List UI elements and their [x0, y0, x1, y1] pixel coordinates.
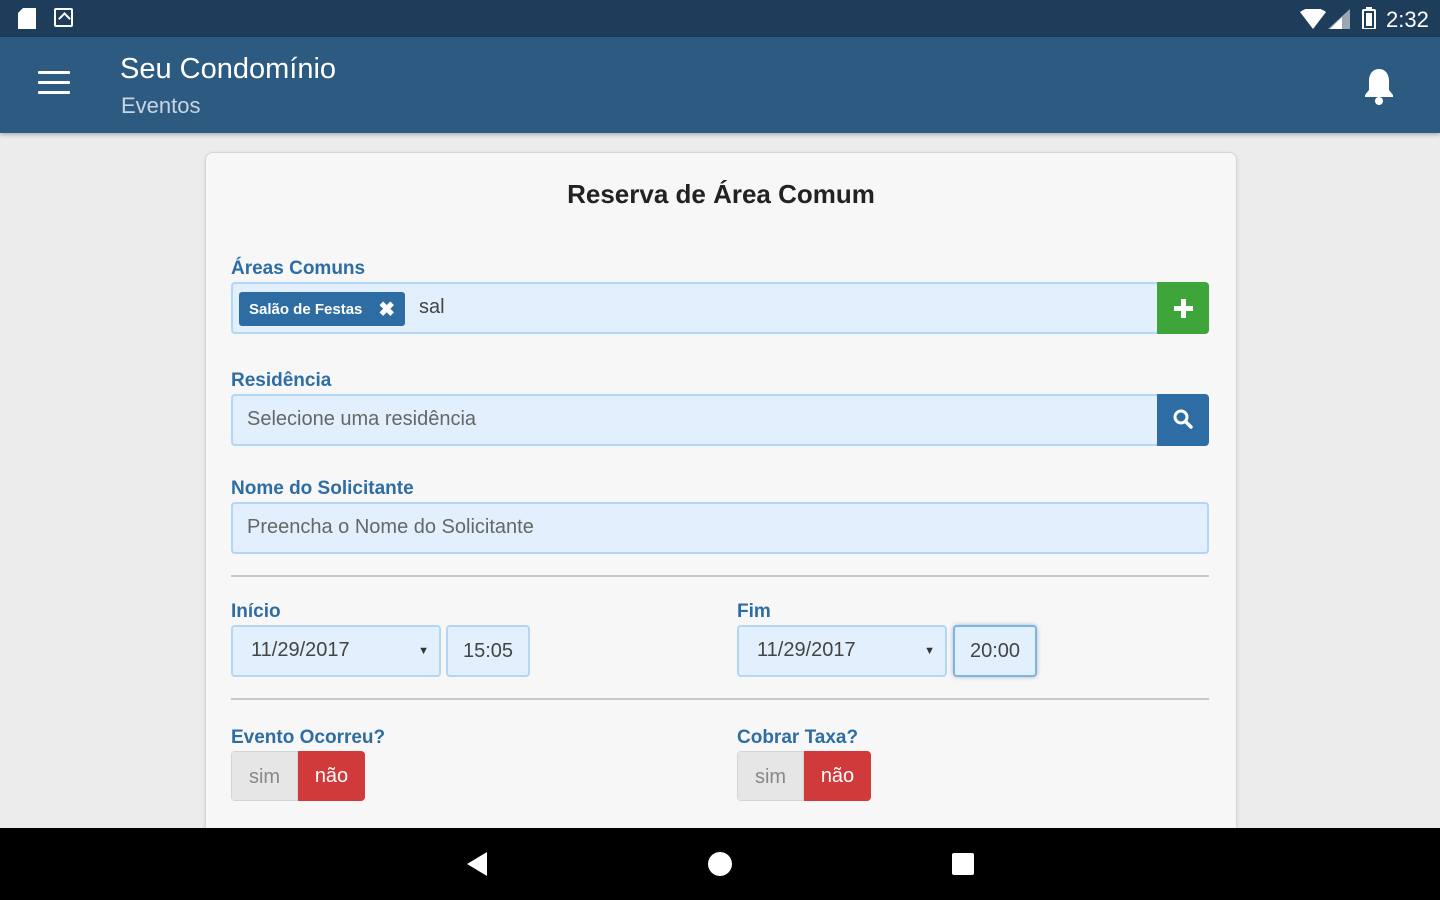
bell-icon[interactable] — [1360, 65, 1398, 105]
battery-icon — [1362, 7, 1376, 29]
inicio-date-value: 11/29/2017 — [251, 639, 350, 661]
selected-area-tag: Salão de Festas ✖ — [239, 292, 406, 326]
evento-ocorreu-sim[interactable]: sim — [231, 751, 298, 801]
cobrar-taxa-toggle: sim não — [737, 751, 871, 801]
divider — [231, 575, 1209, 577]
signal-icon — [1328, 9, 1350, 29]
back-icon[interactable] — [467, 852, 487, 876]
status-bar: 2:32 — [0, 0, 1440, 37]
navigation-bar — [0, 828, 1440, 900]
residencia-input[interactable]: Selecione uma residência — [231, 394, 1159, 446]
form-title: Reserva de Área Comum — [567, 179, 875, 209]
chevron-down-icon: ▼ — [924, 645, 935, 657]
home-icon[interactable] — [708, 852, 732, 876]
search-icon — [1173, 409, 1193, 429]
status-time: 2:32 — [1386, 7, 1429, 32]
reservation-card: Reserva de Área Comum Áreas Comuns Salão… — [205, 152, 1237, 854]
wifi-icon — [1300, 9, 1326, 29]
nome-solicitante-placeholder: Preencha o Nome do Solicitante — [247, 516, 534, 538]
tag-remove-icon[interactable]: ✖ — [378, 297, 395, 322]
cobrar-taxa-label: Cobrar Taxa? — [737, 727, 859, 748]
recents-icon[interactable] — [952, 853, 974, 875]
sd-card-icon — [18, 8, 36, 29]
fim-label: Fim — [737, 601, 771, 622]
search-residencia-button[interactable] — [1157, 394, 1209, 446]
evento-ocorreu-label: Evento Ocorreu? — [231, 727, 386, 748]
residencia-placeholder: Selecione uma residência — [247, 408, 477, 430]
menu-icon[interactable] — [38, 71, 70, 97]
evento-ocorreu-nao[interactable]: não — [298, 751, 365, 801]
cobrar-taxa-nao[interactable]: não — [804, 751, 871, 801]
inicio-time-input[interactable]: 15:05 — [446, 625, 530, 677]
app-notification-icon — [54, 8, 73, 27]
app-title: Seu Condomínio — [120, 53, 337, 85]
inicio-date-select[interactable]: 11/29/2017 ▼ — [231, 625, 441, 677]
app-subtitle: Eventos — [121, 93, 201, 118]
evento-ocorreu-toggle: sim não — [231, 751, 365, 801]
tag-label: Salão de Festas — [249, 300, 363, 318]
divider — [231, 698, 1209, 700]
areas-typed-text: sal — [419, 296, 445, 318]
fim-date-select[interactable]: 11/29/2017 ▼ — [737, 625, 947, 677]
fim-time-input[interactable]: 20:00 — [953, 625, 1037, 677]
inicio-label: Início — [231, 601, 281, 622]
add-area-button[interactable] — [1157, 282, 1209, 334]
app-bar: Seu Condomínio Eventos — [0, 37, 1440, 133]
residencia-label: Residência — [231, 370, 332, 391]
areas-comuns-label: Áreas Comuns — [231, 258, 366, 279]
fim-date-value: 11/29/2017 — [757, 639, 856, 661]
cobrar-taxa-sim[interactable]: sim — [737, 751, 804, 801]
chevron-down-icon: ▼ — [418, 645, 429, 657]
nome-solicitante-input[interactable]: Preencha o Nome do Solicitante — [231, 502, 1209, 554]
areas-comuns-input[interactable]: Salão de Festas ✖ sal — [231, 282, 1159, 334]
nome-solicitante-label: Nome do Solicitante — [231, 478, 414, 499]
